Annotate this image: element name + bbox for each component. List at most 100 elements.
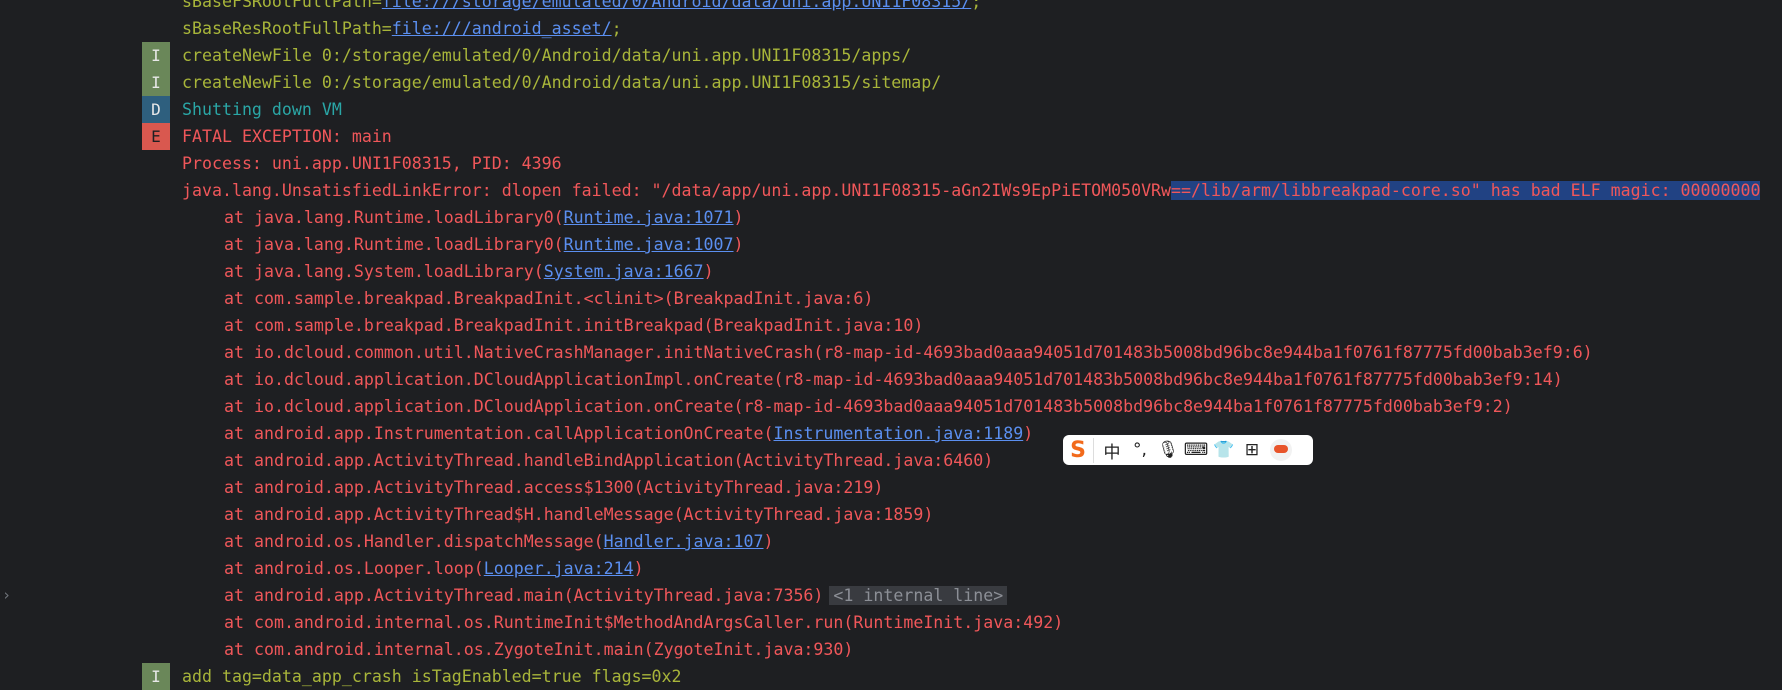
log-line[interactable]: at io.dcloud.application.DCloudApplicati… bbox=[0, 366, 1782, 393]
log-message: createNewFile 0:/storage/emulated/0/Andr… bbox=[182, 42, 911, 69]
source-link[interactable]: Runtime.java:1007 bbox=[564, 235, 734, 254]
text-segment: FATAL EXCEPTION: main bbox=[182, 127, 392, 146]
log-line[interactable]: IcreateNewFile 0:/storage/emulated/0/And… bbox=[0, 69, 1782, 96]
text-segment: at java.lang.System.loadLibrary( bbox=[224, 262, 544, 281]
log-message: at com.android.internal.os.ZygoteInit.ma… bbox=[224, 636, 853, 663]
log-line[interactable]: at java.lang.System.loadLibrary(System.j… bbox=[0, 258, 1782, 285]
text-segment: sBaseFSRootFullPath= bbox=[182, 0, 382, 11]
text-segment: add tag=data_app_crash isTagEnabled=true… bbox=[182, 667, 682, 686]
text-segment: at io.dcloud.application.DCloudApplicati… bbox=[224, 397, 1513, 416]
source-link[interactable]: file:///storage/emulated/0/Android/data/… bbox=[382, 0, 971, 11]
text-segment: at com.sample.breakpad.BreakpadInit.init… bbox=[224, 316, 924, 335]
sogou-logo-icon[interactable]: S bbox=[1063, 437, 1094, 463]
log-line[interactable]: sBaseFSRootFullPath=file:///storage/emul… bbox=[0, 0, 1782, 15]
log-line[interactable]: at android.app.ActivityThread$H.handleMe… bbox=[0, 501, 1782, 528]
log-line[interactable]: E FATAL EXCEPTION: main bbox=[0, 123, 1782, 150]
log-message: FATAL EXCEPTION: main bbox=[182, 123, 392, 150]
log-line[interactable]: java.lang.UnsatisfiedLinkError: dlopen f… bbox=[0, 177, 1782, 204]
text-segment: java.lang.UnsatisfiedLinkError: dlopen f… bbox=[182, 181, 1172, 200]
log-message: at android.app.ActivityThread$H.handleMe… bbox=[224, 501, 933, 528]
text-segment: ) bbox=[733, 208, 744, 227]
text-segment: at android.app.ActivityThread.access$130… bbox=[224, 478, 884, 497]
text-segment: at android.app.ActivityThread.handleBind… bbox=[224, 451, 994, 470]
log-message: at io.dcloud.common.util.NativeCrashMana… bbox=[224, 339, 1593, 366]
log-line[interactable]: D Shutting down VM bbox=[0, 96, 1782, 123]
log-line[interactable]: at java.lang.Runtime.loadLibrary0(Runtim… bbox=[0, 231, 1782, 258]
text-segment: at android.os.Looper.loop( bbox=[224, 559, 484, 578]
toolbox-grid-icon[interactable]: ⊞ bbox=[1238, 440, 1266, 460]
log-line[interactable]: at android.os.Looper.loop(Looper.java:21… bbox=[0, 555, 1782, 582]
log-line[interactable]: IcreateNewFile 0:/storage/emulated/0/And… bbox=[0, 42, 1782, 69]
log-message: at android.app.ActivityThread.access$130… bbox=[224, 474, 883, 501]
log-line[interactable]: at com.sample.breakpad.BreakpadInit.<cli… bbox=[0, 285, 1782, 312]
log-message: at android.os.Handler.dispatchMessage(Ha… bbox=[224, 528, 774, 555]
log-line[interactable]: at android.app.ActivityThread.access$130… bbox=[0, 474, 1782, 501]
text-segment: ) bbox=[633, 559, 644, 578]
log-message: at com.sample.breakpad.BreakpadInit.<cli… bbox=[224, 285, 873, 312]
text-segment: ; bbox=[971, 0, 982, 11]
text-segment: at android.app.Instrumentation.callAppli… bbox=[224, 424, 774, 443]
log-message: at java.lang.System.loadLibrary(System.j… bbox=[224, 258, 714, 285]
log-line[interactable]: sBaseResRootFullPath=file:///android_ass… bbox=[0, 15, 1782, 42]
text-segment: at android.app.ActivityThread$H.handleMe… bbox=[224, 505, 934, 524]
log-level-badge: I bbox=[142, 42, 170, 69]
log-line[interactable]: at io.dcloud.application.DCloudApplicati… bbox=[0, 393, 1782, 420]
text-segment: sBaseResRootFullPath= bbox=[182, 19, 392, 38]
log-line[interactable]: Process: uni.app.UNI1F08315, PID: 4396 bbox=[0, 150, 1782, 177]
log-line[interactable]: at java.lang.Runtime.loadLibrary0(Runtim… bbox=[0, 204, 1782, 231]
log-line[interactable]: at com.android.internal.os.ZygoteInit.ma… bbox=[0, 636, 1782, 663]
chinese-mode-icon[interactable]: 中 bbox=[1098, 438, 1126, 463]
microphone-icon[interactable]: 🎙 bbox=[1154, 440, 1182, 460]
source-link[interactable]: Instrumentation.java:1189 bbox=[773, 424, 1023, 443]
log-level-badge: E bbox=[142, 123, 170, 150]
internal-lines-toggle[interactable]: <1 internal line> bbox=[829, 586, 1008, 605]
source-link[interactable]: Runtime.java:1071 bbox=[564, 208, 734, 227]
log-message: at android.app.Instrumentation.callAppli… bbox=[224, 420, 1033, 447]
selected-text[interactable]: ==/lib/arm/libbreakpad-core.so" has bad … bbox=[1171, 181, 1761, 200]
log-message: add tag=data_app_crash isTagEnabled=true… bbox=[182, 663, 682, 690]
text-segment: at android.app.ActivityThread.main(Activ… bbox=[224, 586, 824, 605]
text-segment: Shutting down VM bbox=[182, 100, 342, 119]
source-link[interactable]: Looper.java:214 bbox=[484, 559, 634, 578]
text-segment: at com.android.internal.os.RuntimeInit$M… bbox=[224, 613, 1064, 632]
mascot-icon[interactable] bbox=[1270, 439, 1292, 461]
log-line[interactable]: at com.android.internal.os.RuntimeInit$M… bbox=[0, 609, 1782, 636]
log-message: at android.app.ActivityThread.handleBind… bbox=[224, 447, 993, 474]
source-link[interactable]: Handler.java:107 bbox=[604, 532, 764, 551]
log-line[interactable]: at android.app.Instrumentation.callAppli… bbox=[0, 420, 1782, 447]
logcat-output[interactable]: sBaseFSRootFullPath=file:///storage/emul… bbox=[0, 0, 1782, 690]
text-segment: at com.sample.breakpad.BreakpadInit.<cli… bbox=[224, 289, 874, 308]
log-line[interactable]: › at android.app.ActivityThread.main(Acti… bbox=[0, 582, 1782, 609]
log-message: Process: uni.app.UNI1F08315, PID: 4396 bbox=[182, 150, 562, 177]
source-link[interactable]: System.java:1667 bbox=[544, 262, 704, 281]
text-segment: ) bbox=[763, 532, 774, 551]
text-segment: ) bbox=[703, 262, 714, 281]
log-line[interactable]: at android.os.Handler.dispatchMessage(Ha… bbox=[0, 528, 1782, 555]
text-segment: at io.dcloud.application.DCloudApplicati… bbox=[224, 370, 1563, 389]
text-segment: at io.dcloud.common.util.NativeCrashMana… bbox=[224, 343, 1593, 362]
punctuation-icon[interactable]: °, bbox=[1126, 440, 1154, 460]
fold-chevron-icon[interactable]: › bbox=[2, 582, 11, 609]
log-message: sBaseResRootFullPath=file:///android_ass… bbox=[182, 15, 622, 42]
log-message: at android.os.Looper.loop(Looper.java:21… bbox=[224, 555, 644, 582]
text-segment: createNewFile 0:/storage/emulated/0/Andr… bbox=[182, 46, 912, 65]
text-segment: ) bbox=[733, 235, 744, 254]
log-line[interactable]: Iadd tag=data_app_crash isTagEnabled=tru… bbox=[0, 663, 1782, 690]
log-message: sBaseFSRootFullPath=file:///storage/emul… bbox=[182, 0, 981, 15]
log-message: at java.lang.Runtime.loadLibrary0(Runtim… bbox=[224, 204, 744, 231]
skin-shirt-icon[interactable]: 👕 bbox=[1210, 440, 1238, 460]
log-line[interactable]: at io.dcloud.common.util.NativeCrashMana… bbox=[0, 339, 1782, 366]
log-message: at io.dcloud.application.DCloudApplicati… bbox=[224, 393, 1513, 420]
log-line[interactable]: at android.app.ActivityThread.handleBind… bbox=[0, 447, 1782, 474]
log-message: at io.dcloud.application.DCloudApplicati… bbox=[224, 366, 1563, 393]
source-link[interactable]: file:///android_asset/ bbox=[392, 19, 612, 38]
keyboard-icon[interactable]: ⌨ bbox=[1182, 440, 1210, 460]
text-segment: ; bbox=[611, 19, 622, 38]
text-segment: createNewFile 0:/storage/emulated/0/Andr… bbox=[182, 73, 942, 92]
text-segment: at android.os.Handler.dispatchMessage( bbox=[224, 532, 604, 551]
log-level-badge: I bbox=[142, 69, 170, 96]
text-segment: at java.lang.Runtime.loadLibrary0( bbox=[224, 235, 564, 254]
log-line[interactable]: at com.sample.breakpad.BreakpadInit.init… bbox=[0, 312, 1782, 339]
log-level-badge: D bbox=[142, 96, 170, 123]
text-segment: ) bbox=[1023, 424, 1034, 443]
